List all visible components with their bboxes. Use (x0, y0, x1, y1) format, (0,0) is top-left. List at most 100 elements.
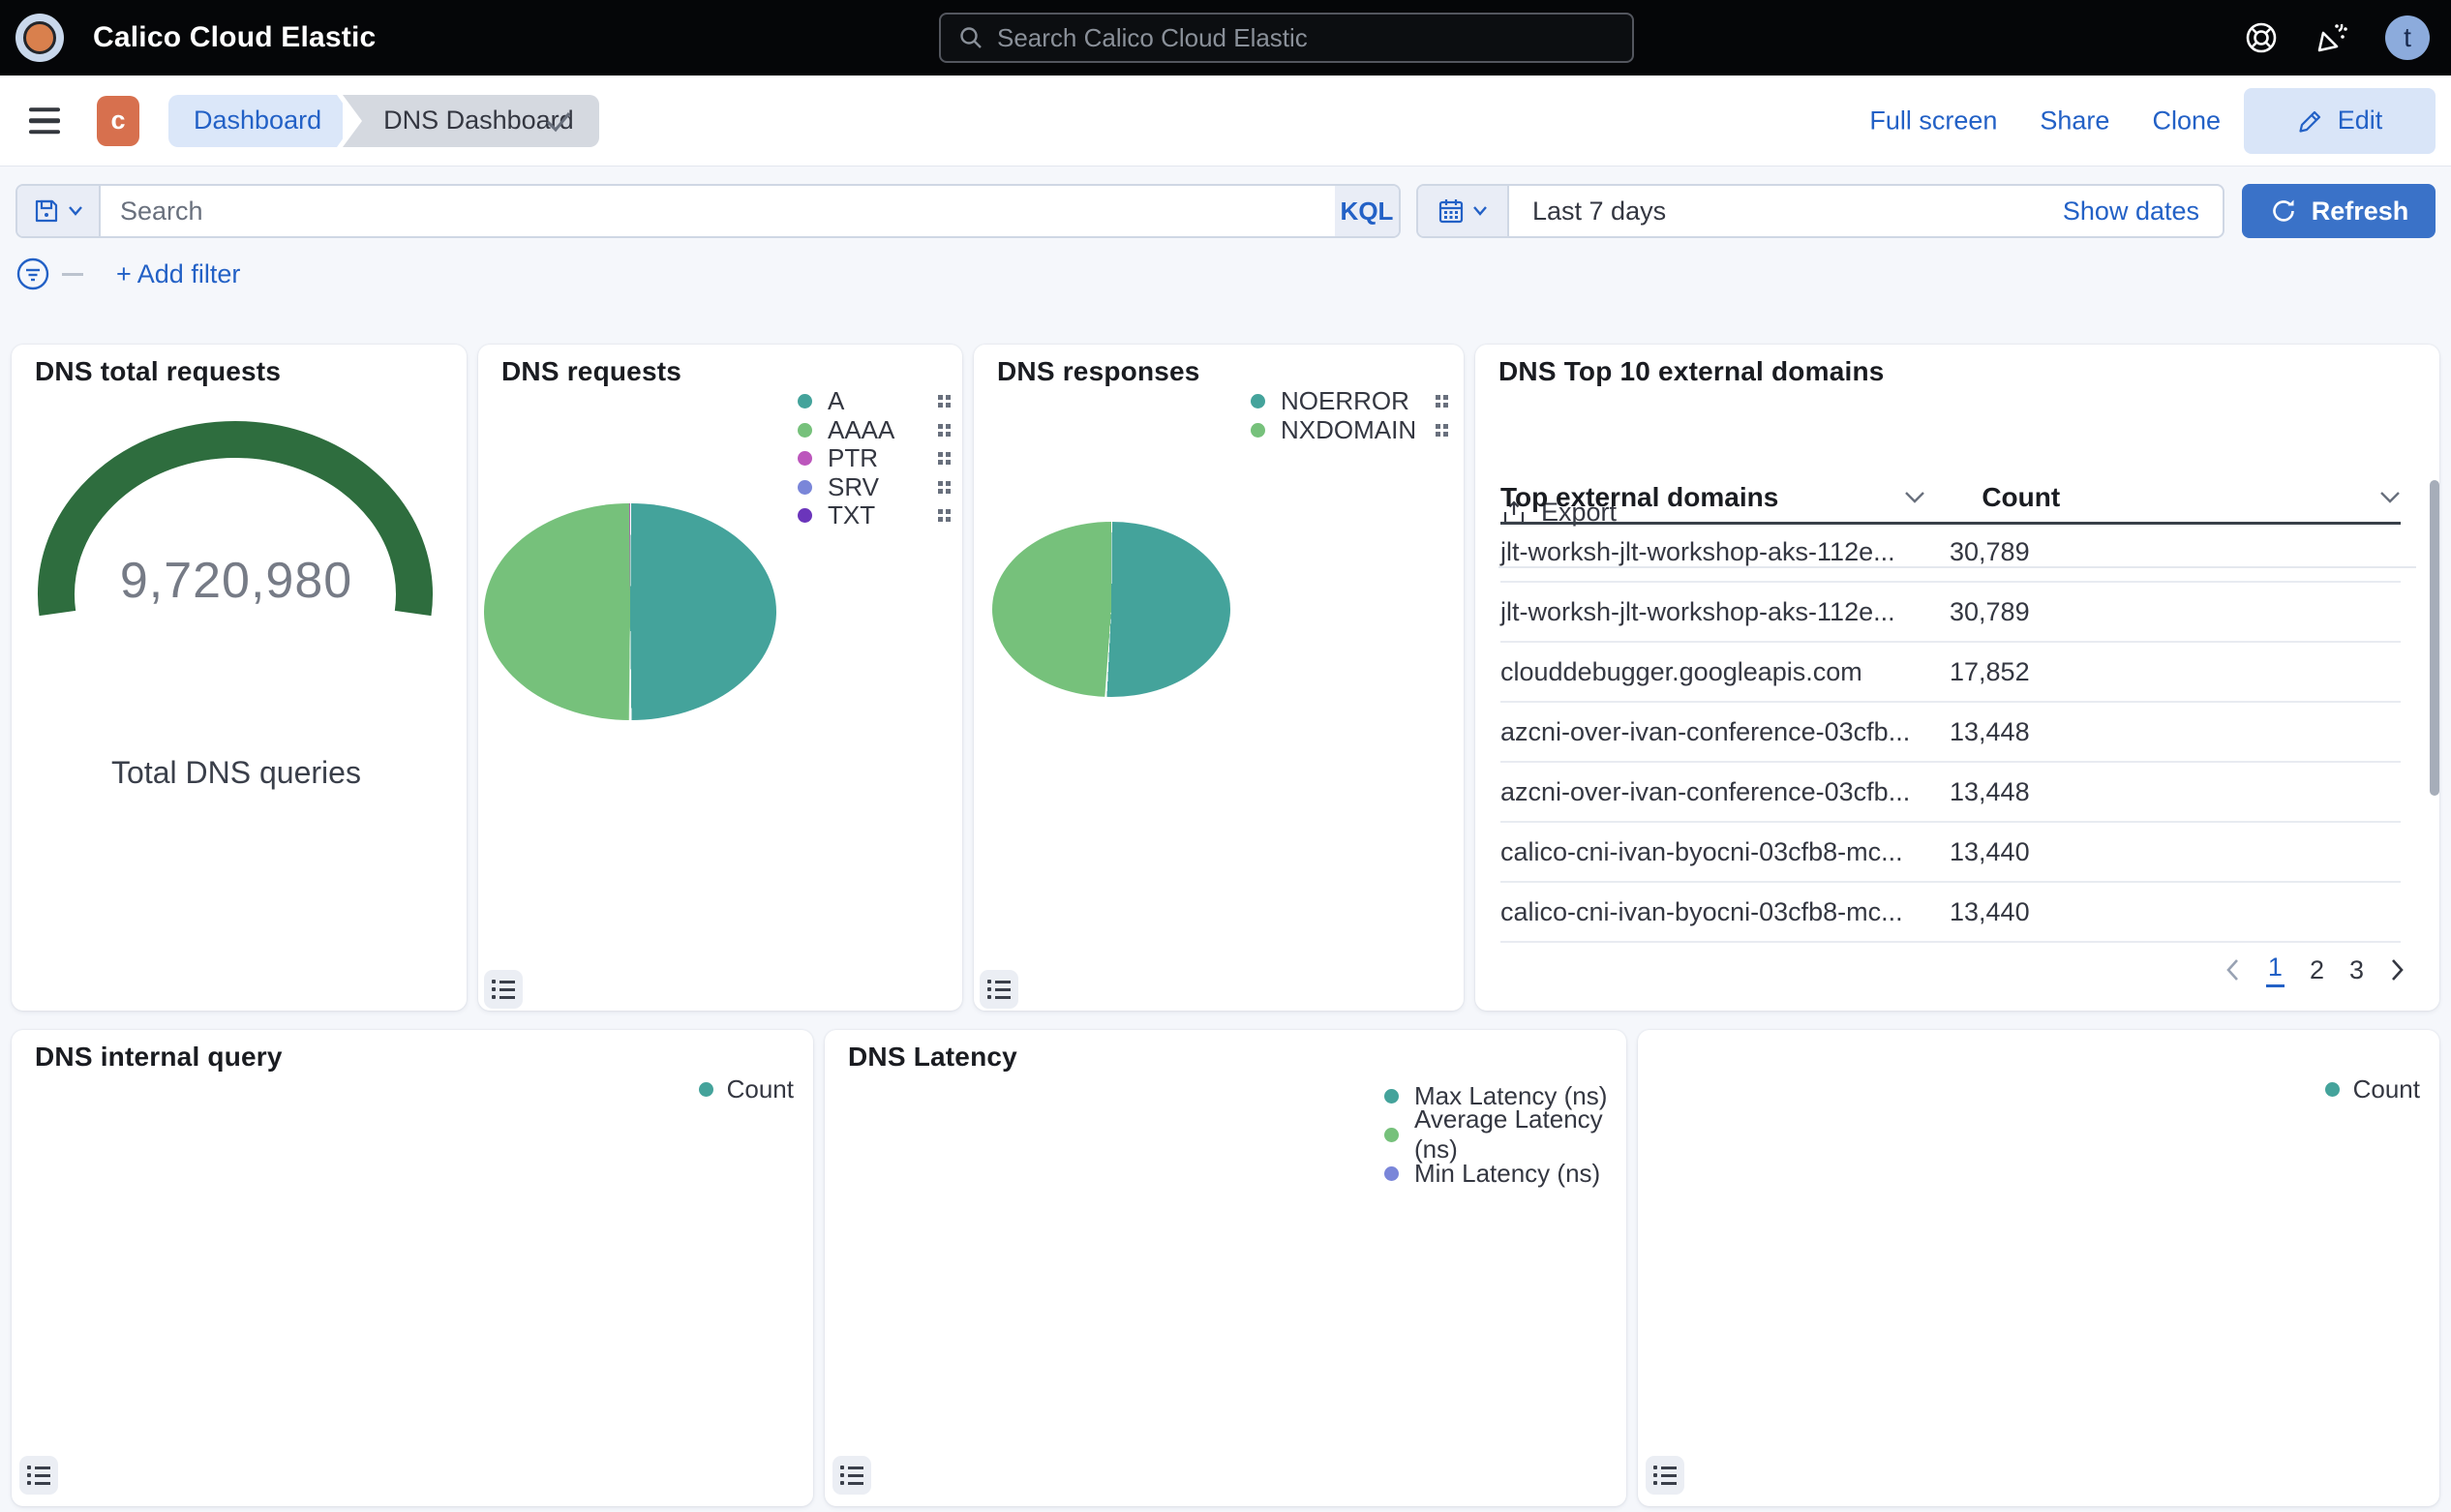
kql-toggle[interactable]: KQL (1335, 186, 1399, 236)
legend-label: NXDOMAIN (1281, 415, 1416, 445)
gauge-value: 9,720,980 (12, 552, 461, 610)
legend-toggle-button[interactable] (1646, 1456, 1684, 1495)
top-header: Calico Cloud Elastic Search Calico Cloud… (0, 0, 2451, 76)
search-input[interactable]: Search (101, 186, 1335, 236)
help-icon[interactable] (2244, 20, 2279, 55)
legend-item[interactable]: Count (2325, 1074, 2420, 1104)
saved-query-menu[interactable] (17, 186, 101, 236)
cell-count: 13,440 (1950, 897, 2030, 927)
table-row[interactable]: azcni-over-ivan-conference-03cfb...13,44… (1500, 703, 2401, 763)
legend-dot (1384, 1128, 1399, 1142)
panel-title: DNS responses (997, 356, 1200, 387)
page-1[interactable]: 1 (2266, 953, 2285, 987)
legend-actions-icon[interactable] (938, 452, 951, 465)
next-page-icon (2389, 957, 2406, 983)
space-initial: c (110, 106, 125, 136)
dns-responses-pie[interactable] (992, 522, 1230, 697)
menu-icon[interactable] (29, 107, 60, 135)
legend-dot (1251, 423, 1265, 438)
dns-requests-pie[interactable] (484, 503, 776, 720)
table-row[interactable]: azcni-over-ivan-conference-03cfb...13,44… (1500, 763, 2401, 823)
global-search-input[interactable]: Search Calico Cloud Elastic (939, 13, 1634, 63)
legend-toggle-button[interactable] (19, 1456, 58, 1495)
legend-dot (798, 480, 812, 495)
panel-dns-latency: DNS Latency Max Latency (ns)Average Late… (825, 1030, 1626, 1506)
table-row[interactable]: calico-cni-ivan-byocni-03cfb8-mc...13,44… (1500, 823, 2401, 883)
legend-dot (1384, 1089, 1399, 1104)
cell-domain: calico-cni-ivan-byocni-03cfb8-mc... (1500, 897, 1950, 927)
app-title: Calico Cloud Elastic (93, 21, 376, 54)
panel-dns-total-requests: DNS total requests 9,720,980 Total DNS q… (12, 345, 467, 1011)
table-row[interactable]: jlt-worksh-jlt-workshop-aks-112e...30,78… (1500, 523, 2401, 583)
legend-item[interactable]: Min Latency (ns) (1384, 1154, 1617, 1193)
scrollbar[interactable] (2430, 480, 2439, 796)
panel-dns-external-query: Count (1638, 1030, 2439, 1506)
table-row[interactable]: calico-cni-ivan-byocni-03cfb8-mc...13,44… (1500, 883, 2401, 943)
legend-label: Min Latency (ns) (1414, 1159, 1600, 1189)
table-row[interactable]: jlt-worksh-jlt-workshop-aks-112e...30,78… (1500, 583, 2401, 643)
legend-item[interactable]: NXDOMAIN (1251, 416, 1448, 445)
panel-title: DNS Top 10 external domains (1498, 356, 1885, 387)
legend-actions-icon[interactable] (1436, 395, 1448, 408)
legend-item[interactable]: A (798, 387, 951, 416)
gauge-label: Total DNS queries (12, 755, 461, 791)
legend-actions-icon[interactable] (938, 424, 951, 437)
calendar-icon (1437, 197, 1465, 225)
add-filter-button[interactable]: + Add filter (116, 259, 240, 289)
cell-count: 17,852 (1950, 657, 2030, 687)
news-icon[interactable] (2314, 19, 2350, 56)
filter-row: + Add filter (15, 257, 240, 290)
legend-toggle-button[interactable] (484, 970, 523, 1009)
space-badge[interactable]: c (97, 96, 139, 146)
table-row[interactable]: clouddebugger.googleapis.com17,852 (1500, 643, 2401, 703)
legend-actions-icon[interactable] (1436, 424, 1448, 437)
share-button[interactable]: Share (2040, 106, 2109, 136)
legend-toggle-button[interactable] (980, 970, 1018, 1009)
legend-toggle-button[interactable] (832, 1456, 871, 1495)
chevron-down-icon (68, 205, 83, 217)
filter-icon[interactable] (15, 257, 50, 291)
cell-domain: jlt-worksh-jlt-workshop-aks-112e... (1500, 537, 1950, 567)
column-header-count[interactable]: Count (1982, 482, 2060, 513)
breadcrumb: Dashboard DNS Dashboard (168, 95, 599, 147)
refresh-icon (2269, 197, 2298, 226)
cell-domain: clouddebugger.googleapis.com (1500, 657, 1950, 687)
panel-dns-requests: DNS requests AAAAAPTRSRVTXT (478, 345, 962, 1011)
legend-item[interactable]: SRV (798, 473, 951, 502)
gauge-chart (12, 345, 467, 1011)
legend-item[interactable]: NOERROR (1251, 387, 1448, 416)
legend-item[interactable]: Count (699, 1074, 794, 1104)
page-2[interactable]: 2 (2310, 955, 2324, 985)
pagination: 123 (2224, 953, 2406, 987)
avatar[interactable]: t (2385, 15, 2430, 60)
cell-count: 30,789 (1950, 537, 2030, 567)
clone-button[interactable]: Clone (2152, 106, 2221, 136)
cell-count: 13,448 (1950, 777, 2030, 807)
legend-item[interactable]: Average Latency (ns) (1384, 1115, 1617, 1154)
nav-toolbar: c Dashboard DNS Dashboard Full screen Sh… (0, 76, 2451, 166)
cell-domain: azcni-over-ivan-conference-03cfb... (1500, 717, 1950, 747)
legend-actions-icon[interactable] (938, 395, 951, 408)
legend-label: Count (727, 1074, 794, 1104)
show-dates-button[interactable]: Show dates (2063, 197, 2199, 227)
legend-label: A (828, 386, 844, 416)
legend-label: Count (2353, 1074, 2420, 1104)
column-header-domains[interactable]: Top external domains (1500, 482, 1778, 513)
edit-button[interactable]: Edit (2244, 88, 2436, 154)
calico-logo-mascot (23, 21, 56, 54)
calico-logo[interactable] (15, 14, 64, 62)
legend-dot (798, 423, 812, 438)
legend-actions-icon[interactable] (938, 481, 951, 494)
panel-title: DNS internal query (35, 1042, 283, 1073)
breadcrumb-dashboard[interactable]: Dashboard (168, 95, 337, 147)
legend-item[interactable]: TXT (798, 501, 951, 530)
check-icon[interactable] (542, 105, 575, 137)
legend-item[interactable]: AAAA (798, 416, 951, 445)
legend-item[interactable]: PTR (798, 444, 951, 473)
refresh-button[interactable]: Refresh (2242, 184, 2436, 238)
legend-actions-icon[interactable] (938, 509, 951, 522)
full-screen-button[interactable]: Full screen (1869, 106, 1997, 136)
page-3[interactable]: 3 (2349, 955, 2364, 985)
time-range-value[interactable]: Last 7 days (1532, 197, 1666, 227)
date-quick-menu[interactable] (1418, 186, 1509, 236)
